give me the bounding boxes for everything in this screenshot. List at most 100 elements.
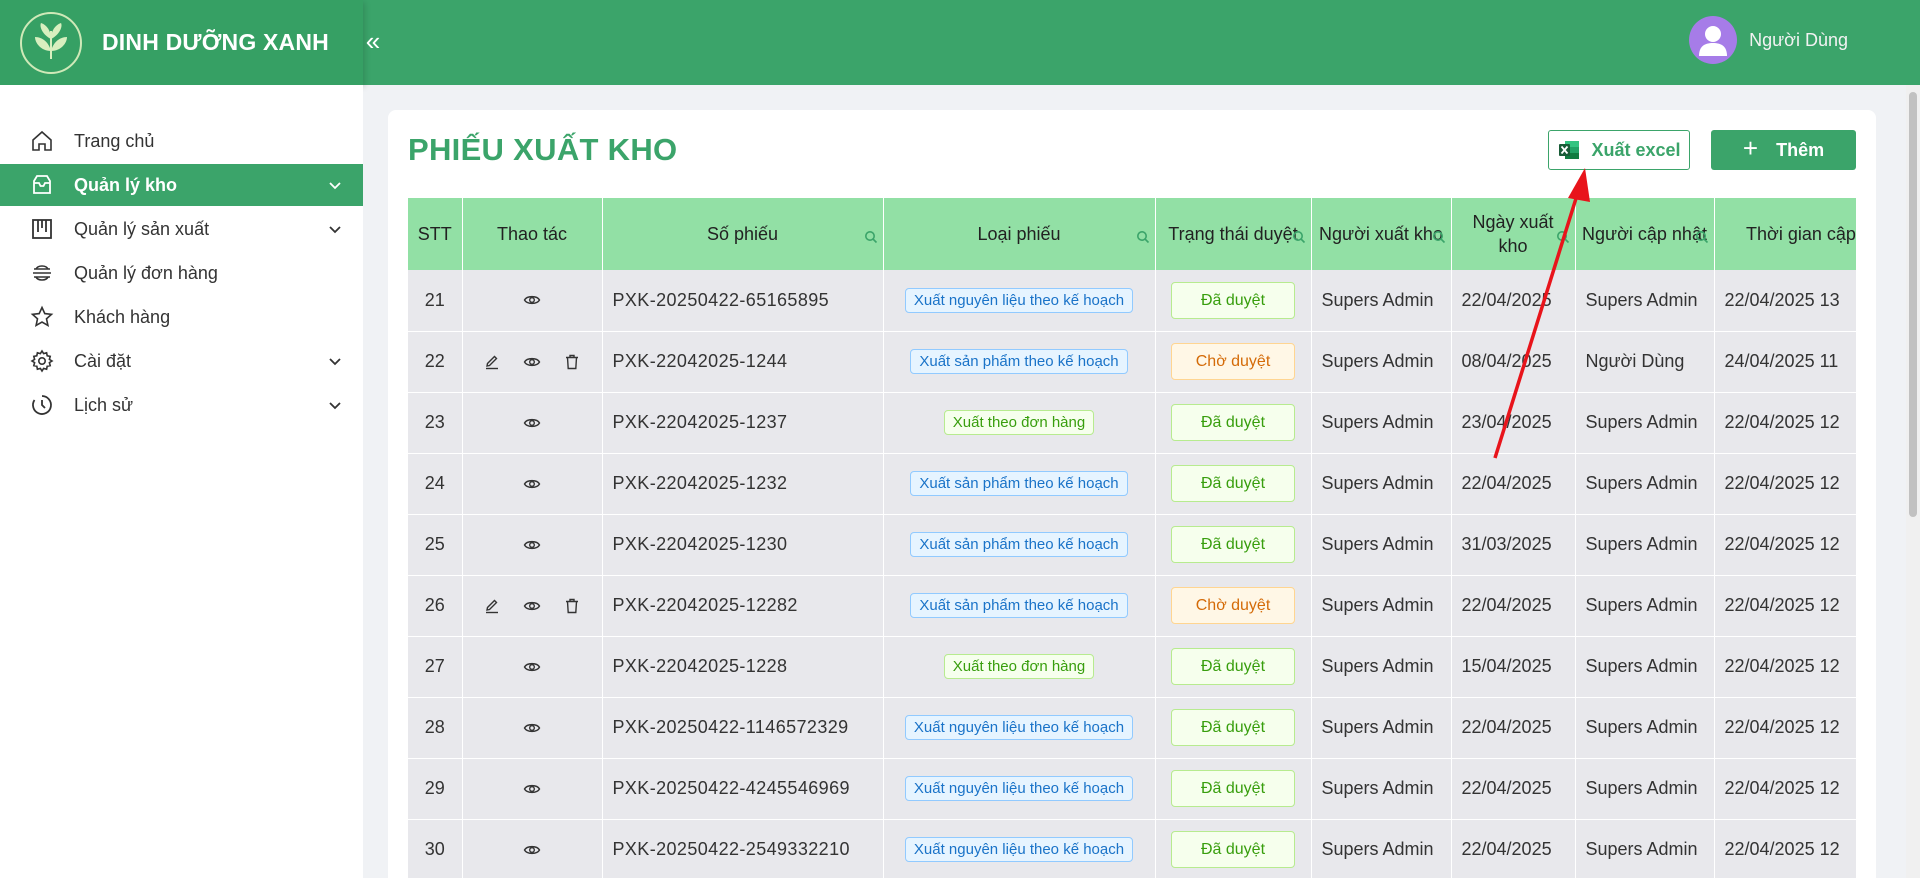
column-header-label: Loại phiếu	[977, 224, 1061, 244]
view-icon[interactable]	[523, 780, 541, 798]
search-icon[interactable]	[1695, 226, 1709, 244]
sidebar-item-cai-dat[interactable]: Cài đặt	[0, 340, 363, 382]
column-header: Ngày xuất kho	[1451, 198, 1576, 270]
sidebar-item-label: Cài đặt	[74, 350, 132, 371]
view-icon[interactable]	[523, 353, 541, 371]
sidebar-collapse-icon[interactable]: «	[363, 26, 383, 56]
table-row[interactable]: 23 PXK-22042025-1237 Xuất theo đơn hàng Đã …	[408, 392, 1856, 454]
table-container[interactable]: STT Thao tác Số phiếu Loại phiếu Trạng thái …	[408, 198, 1856, 878]
table-row[interactable]: 24 PXK-22042025-1232 Xuất sản phẩm theo kế…	[408, 453, 1856, 515]
scrollbar-thumb[interactable]	[1909, 92, 1917, 517]
search-icon[interactable]	[1292, 226, 1306, 244]
table-header-row: STT Thao tác Số phiếu Loại phiếu Trạng thái …	[408, 198, 1856, 270]
cell-ngay-xuat: 22/04/2025	[1451, 453, 1576, 515]
cell-so-phieu: PXK-22042025-1230	[602, 514, 884, 576]
view-icon[interactable]	[523, 414, 541, 432]
cell-ngay-xuat: 22/04/2025	[1451, 697, 1576, 759]
status-badge: Chờ duyệt	[1171, 587, 1295, 624]
cell-loai-phieu: Xuất sản phẩm theo kế hoạch	[883, 514, 1156, 576]
view-icon[interactable]	[523, 719, 541, 737]
delete-icon[interactable]	[563, 353, 581, 371]
sidebar-item-khach-hang[interactable]: Khách hàng	[0, 296, 363, 338]
cell-so-phieu: PXK-20250422-2549332210	[602, 819, 884, 878]
cell-ngay-xuat: 31/03/2025	[1451, 514, 1576, 576]
export-excel-label: Xuất excel	[1591, 139, 1681, 160]
cell-nguoi-xuat: Supers Admin	[1311, 270, 1452, 332]
sidebar-item-lich-su[interactable]: Lịch sử	[0, 384, 363, 426]
search-icon[interactable]	[1136, 226, 1150, 244]
cell-so-phieu: PXK-20250422-1146572329	[602, 697, 884, 759]
column-header: Thời gian cập nhật	[1714, 198, 1856, 270]
add-button[interactable]: + Thêm	[1711, 130, 1856, 170]
sidebar-item-quan-ly-san-xuat[interactable]: Quản lý sản xuất	[0, 208, 363, 250]
table-row[interactable]: 27 PXK-22042025-1228 Xuất theo đơn hàng Đã …	[408, 636, 1856, 698]
cell-thoi-gian: 22/04/2025 12	[1714, 514, 1856, 576]
cell-trang-thai: Đã duyệt	[1155, 270, 1312, 332]
delete-icon[interactable]	[563, 597, 581, 615]
top-header: DINH DƯỠNG XANH « Người Dùng	[0, 0, 1920, 85]
user-name: Người Dùng	[1749, 29, 1848, 50]
sidebar-item-trang-chu[interactable]: Trang chủ	[0, 120, 363, 162]
cell-nguoi-cap-nhat: Người Dùng	[1575, 331, 1715, 393]
status-badge: Đã duyệt	[1171, 648, 1295, 685]
cell-trang-thai: Đã duyệt	[1155, 758, 1312, 820]
table-row[interactable]: 28 PXK-20250422-1146572329 Xuất nguyên liệ…	[408, 697, 1856, 759]
view-icon[interactable]	[523, 475, 541, 493]
cell-ngay-xuat: 22/04/2025	[1451, 758, 1576, 820]
search-icon[interactable]	[1432, 226, 1446, 244]
column-header: Người cập nhật	[1575, 198, 1715, 270]
table-body: 21 PXK-20250422-65165895 Xuất nguyên liệu …	[408, 270, 1856, 878]
edit-icon[interactable]	[483, 353, 501, 371]
cell-nguoi-xuat: Supers Admin	[1311, 575, 1452, 637]
table-row[interactable]: 30 PXK-20250422-2549332210 Xuất nguyên liệ…	[408, 819, 1856, 878]
column-header-label: Ngày xuất kho	[1472, 212, 1554, 256]
cell-so-phieu: PXK-22042025-1232	[602, 453, 884, 515]
cell-trang-thai: Đã duyệt	[1155, 636, 1312, 698]
sidebar-item-label: Quản lý đơn hàng	[74, 262, 218, 283]
cell-nguoi-xuat: Supers Admin	[1311, 819, 1452, 878]
table-row[interactable]: 29 PXK-20250422-4245546969 Xuất nguyên liệ…	[408, 758, 1856, 820]
cell-so-phieu: PXK-22042025-1244	[602, 331, 884, 393]
view-icon[interactable]	[523, 658, 541, 676]
column-header-label: STT	[417, 224, 452, 244]
view-icon[interactable]	[523, 597, 541, 615]
column-header: Loại phiếu	[883, 198, 1156, 270]
cell-nguoi-cap-nhat: Supers Admin	[1575, 819, 1715, 878]
column-header: Người xuất kho	[1311, 198, 1452, 270]
cell-nguoi-cap-nhat: Supers Admin	[1575, 636, 1715, 698]
search-icon[interactable]	[1556, 226, 1570, 244]
status-badge: Đã duyệt	[1171, 404, 1295, 441]
column-header-label: Người cập nhật	[1582, 224, 1707, 244]
cell-nguoi-cap-nhat: Supers Admin	[1575, 453, 1715, 515]
table-row[interactable]: 21 PXK-20250422-65165895 Xuất nguyên liệu …	[408, 270, 1856, 332]
sidebar-item-label: Quản lý sản xuất	[74, 218, 210, 239]
user-menu[interactable]: Người Dùng	[1689, 16, 1848, 64]
cell-ngay-xuat: 22/04/2025	[1451, 575, 1576, 637]
cell-nguoi-xuat: Supers Admin	[1311, 453, 1452, 515]
brand[interactable]: DINH DƯỠNG XANH	[0, 0, 363, 85]
table-row[interactable]: 22 PXK-22042025-1244 Xuất sản phẩm theo kế…	[408, 331, 1856, 393]
search-icon[interactable]	[864, 226, 878, 244]
sidebar-item-quan-ly-kho[interactable]: Quản lý kho	[0, 164, 363, 206]
add-label: Thêm	[1776, 139, 1825, 160]
cell-thoi-gian: 24/04/2025 11	[1714, 331, 1856, 393]
export-excel-button[interactable]: Xuất excel	[1548, 130, 1690, 170]
edit-icon[interactable]	[483, 597, 501, 615]
cell-nguoi-xuat: Supers Admin	[1311, 697, 1452, 759]
view-icon[interactable]	[523, 841, 541, 859]
cell-trang-thai: Đã duyệt	[1155, 697, 1312, 759]
cell-thoi-gian: 22/04/2025 12	[1714, 819, 1856, 878]
cell-nguoi-cap-nhat: Supers Admin	[1575, 697, 1715, 759]
cell-nguoi-cap-nhat: Supers Admin	[1575, 758, 1715, 820]
cell-so-phieu: PXK-20250422-65165895	[602, 270, 884, 332]
warehouse-icon	[28, 171, 56, 199]
view-icon[interactable]	[523, 291, 541, 309]
sidebar-item-quan-ly-don-hang[interactable]: Quản lý đơn hàng	[0, 252, 363, 294]
table-row[interactable]: 25 PXK-22042025-1230 Xuất sản phẩm theo kế…	[408, 514, 1856, 576]
cell-so-phieu: PXK-20250422-4245546969	[602, 758, 884, 820]
sidebar-item-label: Quản lý kho	[74, 174, 178, 195]
view-icon[interactable]	[523, 536, 541, 554]
table-row[interactable]: 26 PXK-22042025-12282 Xuất sản phẩm theo k…	[408, 575, 1856, 637]
cell-stt: 21	[408, 270, 463, 332]
cell-stt: 27	[408, 636, 463, 698]
